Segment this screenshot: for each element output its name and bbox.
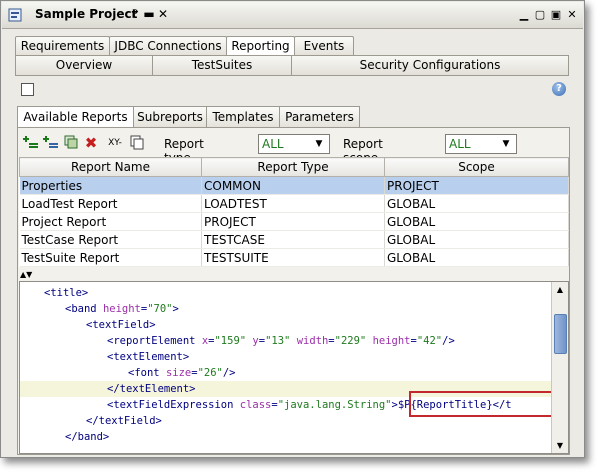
column-header-scope[interactable]: Scope bbox=[384, 157, 569, 177]
cell-report-type: TESTSUITE bbox=[201, 248, 385, 267]
code-line: <reportElement x="159" y="13" width="229… bbox=[107, 335, 455, 347]
table-row[interactable]: TestSuite Report TESTSUITE GLOBAL bbox=[19, 248, 569, 267]
tab-testsuites[interactable]: TestSuites bbox=[152, 55, 292, 76]
tab-requirements[interactable]: Requirements bbox=[15, 36, 110, 55]
report-type-filter-value: ALL bbox=[262, 137, 284, 151]
tab-jdbc-connections[interactable]: JDBC Connections bbox=[109, 36, 227, 55]
cell-report-type: LOADTEST bbox=[201, 194, 385, 213]
table-row[interactable]: TestCase Report TESTCASE GLOBAL bbox=[19, 230, 569, 249]
expand-icon[interactable] bbox=[21, 83, 34, 96]
table-row[interactable]: LoadTest Report LOADTEST GLOBAL bbox=[19, 194, 569, 213]
help-icon[interactable]: ? bbox=[552, 82, 566, 96]
available-reports-panel: ✖ XY- Report type filter: ALL ▼ Report s… bbox=[17, 127, 570, 455]
report-scope-filter-select[interactable]: ALL ▼ bbox=[445, 134, 517, 154]
project-window: Sample Project ↱ ▬ ✕ ▁ ▢ ▣ ✕ Requirement… bbox=[0, 0, 585, 458]
cell-scope: GLOBAL bbox=[384, 230, 569, 249]
scroll-thumb[interactable] bbox=[554, 314, 567, 354]
cell-report-type: TESTCASE bbox=[201, 230, 385, 249]
tab-overview[interactable]: Overview bbox=[15, 55, 153, 76]
table-row[interactable]: Project Report PROJECT GLOBAL bbox=[19, 212, 569, 231]
overview-toolbar: ? bbox=[15, 78, 569, 100]
add-subreport-icon[interactable] bbox=[42, 134, 60, 152]
tab-templates[interactable]: Templates bbox=[206, 106, 280, 127]
cell-scope: GLOBAL bbox=[384, 194, 569, 213]
close-icon[interactable]: ✕ bbox=[155, 6, 171, 22]
clone-report-icon[interactable] bbox=[62, 134, 80, 152]
reports-table: Report Name Report Type Scope Properties… bbox=[19, 157, 569, 267]
cell-scope: PROJECT bbox=[384, 176, 569, 195]
vertical-scrollbar[interactable]: ▲ ▼ bbox=[551, 282, 568, 453]
cell-report-type: PROJECT bbox=[201, 212, 385, 231]
scroll-down-icon[interactable]: ▼ bbox=[552, 438, 568, 453]
report-type-filter-select[interactable]: ALL ▼ bbox=[258, 134, 330, 154]
project-icon bbox=[8, 8, 22, 22]
window-minimize-icon[interactable]: ▁ bbox=[517, 8, 531, 22]
tab-security-configurations[interactable]: Security Configurations bbox=[291, 55, 569, 76]
window-maximize-icon[interactable]: ▢ bbox=[533, 8, 547, 22]
column-header-report-type[interactable]: Report Type bbox=[201, 157, 385, 177]
sort-icon[interactable]: XY- bbox=[104, 134, 126, 152]
copy-icon[interactable] bbox=[128, 134, 146, 152]
code-line: <title> bbox=[44, 287, 89, 299]
title-bar: Sample Project ↱ ▬ ✕ ▁ ▢ ▣ ✕ bbox=[2, 2, 583, 29]
cell-report-name: TestSuite Report bbox=[19, 248, 202, 267]
cell-scope: GLOBAL bbox=[384, 248, 569, 267]
cell-report-type: COMMON bbox=[201, 176, 385, 195]
callout-highlight-box bbox=[409, 391, 554, 417]
window-title: Sample Project bbox=[35, 7, 138, 21]
code-line: <textField> bbox=[86, 319, 156, 331]
cell-scope: GLOBAL bbox=[384, 212, 569, 231]
column-header-report-name[interactable]: Report Name bbox=[19, 157, 202, 177]
tab-events[interactable]: Events bbox=[294, 36, 354, 55]
add-report-icon[interactable] bbox=[22, 134, 40, 152]
report-xml-editor[interactable]: <title> <band height="70"> <textField> <rep… bbox=[19, 281, 569, 454]
window-restore-icon[interactable]: ▣ bbox=[549, 8, 563, 22]
scroll-up-icon[interactable]: ▲ bbox=[552, 282, 568, 297]
code-line: <textElement> bbox=[107, 351, 190, 363]
table-row[interactable]: Properties COMMON PROJECT bbox=[19, 176, 569, 195]
tab-available-reports[interactable]: Available Reports bbox=[17, 106, 134, 128]
cell-report-name: LoadTest Report bbox=[19, 194, 202, 213]
cell-report-name: Properties bbox=[19, 176, 202, 195]
delete-report-icon[interactable]: ✖ bbox=[82, 134, 100, 152]
window-close-icon[interactable]: ✕ bbox=[565, 8, 579, 22]
code-line: <font size="26"/> bbox=[128, 367, 236, 379]
chevron-down-icon: ▼ bbox=[502, 139, 510, 149]
tab-reporting[interactable]: Reporting bbox=[226, 36, 295, 56]
tab-subreports[interactable]: Subreports bbox=[133, 106, 207, 127]
cell-report-name: Project Report bbox=[19, 212, 202, 231]
split-pane-divider[interactable]: ▲▼ bbox=[20, 270, 566, 280]
report-scope-filter-value: ALL bbox=[449, 137, 471, 151]
collapse-down-icon[interactable]: ▼ bbox=[26, 270, 32, 279]
sub-tab-bar: Overview TestSuites Security Configurati… bbox=[15, 55, 569, 76]
code-line: <band height="70"> bbox=[65, 303, 179, 315]
chevron-down-icon: ▼ bbox=[315, 139, 323, 149]
cell-report-name: TestCase Report bbox=[19, 230, 202, 249]
tab-parameters[interactable]: Parameters bbox=[279, 106, 360, 127]
code-line: </band> bbox=[65, 431, 110, 443]
